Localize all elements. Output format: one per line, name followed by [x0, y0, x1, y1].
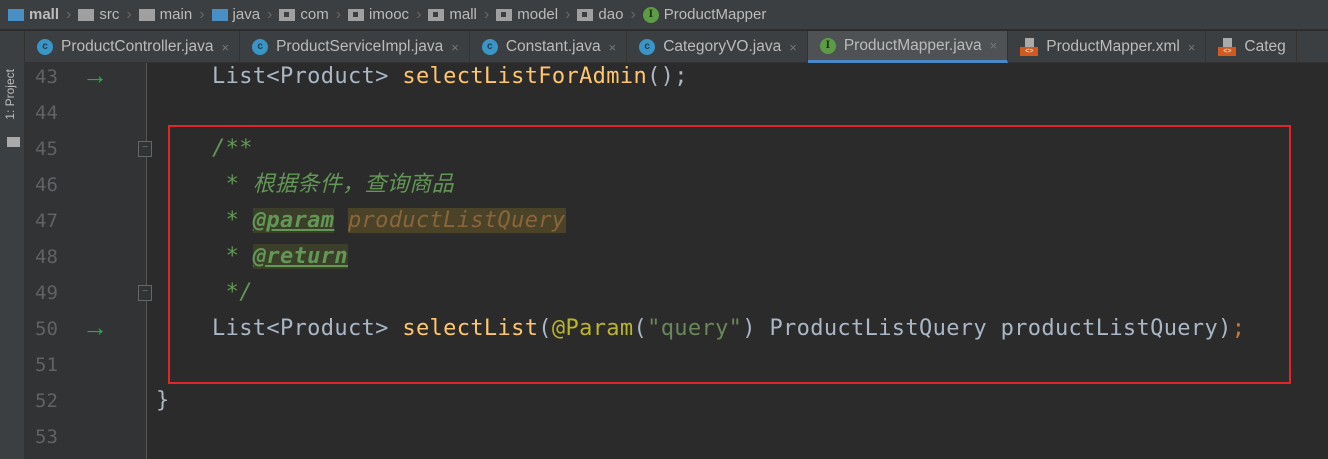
package-icon [428, 8, 445, 21]
line-number: 52 [35, 390, 58, 412]
crumb-mall[interactable]: mall [8, 6, 59, 23]
chevron-right-icon: › [126, 5, 132, 23]
module-icon [8, 8, 24, 21]
tab-productmapper-xml[interactable]: ProductMapper.xml × [1008, 31, 1207, 63]
chevron-right-icon: › [416, 5, 422, 23]
crumb-label: mall [29, 6, 60, 23]
class-icon: c [252, 39, 269, 55]
tab-category-xml[interactable]: Categ [1206, 31, 1297, 63]
crumb-main[interactable]: main [138, 6, 193, 23]
crumb-label: model [517, 6, 559, 23]
tab-label: CategoryVO.java [663, 38, 782, 55]
crumb-label: src [99, 6, 120, 23]
chevron-right-icon: › [335, 5, 342, 23]
line-number: 45 [35, 138, 58, 160]
package-icon [348, 8, 365, 21]
tab-label: ProductMapper.xml [1046, 38, 1180, 55]
tab-productmapper-java[interactable]: I ProductMapper.java × [807, 31, 1009, 63]
line-number: 48 [35, 246, 58, 268]
class-icon: c [639, 39, 656, 55]
close-icon[interactable]: × [609, 40, 617, 55]
code-line-52: } [156, 388, 170, 413]
chevron-right-icon: › [199, 5, 205, 23]
crumb-label: main [159, 6, 193, 23]
class-icon: c [481, 39, 498, 55]
crumb-label: imooc [369, 6, 410, 23]
tab-label: Constant.java [505, 38, 601, 55]
chevron-right-icon: › [483, 5, 490, 23]
tab-label: Categ [1244, 38, 1286, 55]
code-line-43: List<Product> selectListForAdmin(); [212, 59, 688, 95]
project-tool-button[interactable]: 1: Project [3, 69, 17, 120]
close-icon[interactable]: × [1188, 40, 1196, 55]
interface-icon: I [819, 37, 836, 54]
xml-file-icon [1020, 38, 1039, 56]
line-number: 51 [35, 354, 58, 376]
line-number: 49 [35, 282, 58, 304]
folder-icon[interactable] [7, 137, 20, 147]
crumb-java[interactable]: java [211, 6, 261, 23]
line-number: 46 [35, 174, 58, 196]
crumb-model[interactable]: model [496, 6, 558, 23]
tool-window-strip: 1: Project [0, 31, 25, 459]
code-type: List<Product> [212, 64, 403, 89]
close-icon[interactable]: × [222, 40, 230, 55]
editor-gutter: 43 44 45 46 47 48 49 50 51 52 53 → → − − [25, 60, 152, 459]
crumb-imooc[interactable]: imooc [348, 6, 409, 23]
tab-label: ProductMapper.java [843, 36, 982, 54]
interface-icon: I [642, 6, 659, 23]
class-icon: c [37, 39, 53, 55]
package-icon [496, 8, 513, 21]
line-number: 43 [35, 66, 58, 88]
chevron-right-icon: › [267, 5, 273, 23]
folder-icon [138, 8, 155, 21]
implementation-arrow-icon[interactable]: → [82, 309, 108, 345]
chevron-right-icon: › [66, 5, 72, 23]
close-icon[interactable]: × [789, 40, 797, 55]
breadcrumb: mall › src › main › java › com › imooc › mall ›… [0, 0, 1328, 30]
code-punct: (); [647, 64, 688, 89]
crumb-label: com [300, 6, 329, 23]
chevron-right-icon: › [565, 5, 571, 23]
crumb-dao[interactable]: dao [577, 6, 623, 23]
package-icon [577, 8, 594, 21]
crumb-src[interactable]: src [78, 6, 119, 23]
line-number: 53 [35, 426, 58, 448]
line-number: 47 [35, 210, 58, 232]
close-icon[interactable]: × [990, 38, 998, 53]
folder-icon [78, 8, 95, 21]
line-number: 44 [35, 102, 58, 124]
line-number: 50 [35, 318, 58, 340]
crumb-productmapper[interactable]: I ProductMapper [642, 6, 767, 23]
crumb-label: dao [598, 6, 624, 23]
crumb-label: ProductMapper [663, 6, 767, 23]
xml-file-icon [1218, 38, 1237, 56]
implementation-arrow-icon[interactable]: → [82, 57, 108, 93]
tab-label: ProductController.java [61, 38, 214, 55]
source-folder-icon [211, 8, 228, 21]
chevron-right-icon: › [630, 5, 636, 23]
close-icon[interactable]: × [451, 40, 459, 55]
method-name: selectListForAdmin [402, 64, 648, 89]
crumb-label: mall [449, 6, 477, 23]
package-icon [279, 8, 296, 21]
tab-label: ProductServiceImpl.java [276, 38, 444, 55]
crumb-label: java [232, 6, 261, 23]
crumb-com[interactable]: com [279, 6, 329, 23]
crumb-mall-pkg[interactable]: mall [428, 6, 477, 23]
highlight-box [168, 125, 1291, 384]
